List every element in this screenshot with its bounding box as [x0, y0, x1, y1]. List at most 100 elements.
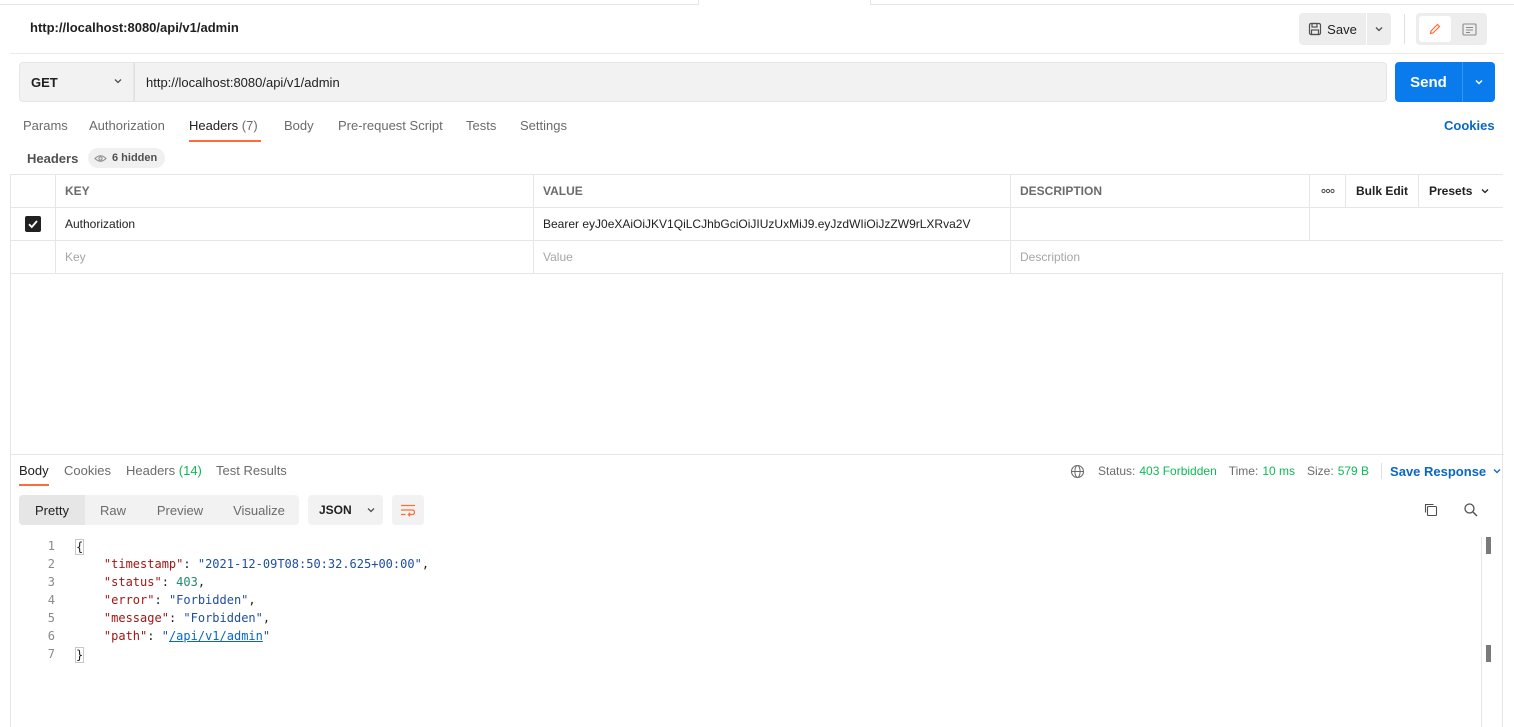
line-number: 4: [47, 593, 55, 607]
json-value: "Forbidden": [183, 611, 263, 625]
line-number: 1: [47, 539, 55, 553]
cookies-link[interactable]: Cookies: [1444, 118, 1495, 133]
tab-label: Tests: [466, 118, 497, 133]
presets-dropdown[interactable]: Presets: [1419, 175, 1503, 207]
format-select[interactable]: JSON: [308, 495, 383, 525]
tab-params[interactable]: Params: [23, 118, 68, 142]
tab-headers[interactable]: Headers (7): [189, 118, 258, 142]
line-number: 2: [47, 557, 55, 571]
more-horizontal-icon: [1320, 188, 1335, 194]
status-value: 403 Forbidden: [1139, 464, 1217, 478]
json-key: "message": [103, 611, 169, 625]
header-key-cell[interactable]: Authorization: [56, 208, 534, 240]
scrollbar-thumb[interactable]: [1486, 537, 1491, 554]
save-response-button[interactable]: Save Response: [1390, 464, 1502, 479]
divider: [1381, 463, 1383, 479]
response-size[interactable]: Size: 579 B: [1307, 464, 1369, 478]
row-actions-cell: [1310, 208, 1503, 240]
tab-settings[interactable]: Settings: [520, 118, 567, 142]
table-row: Key Value Description: [11, 241, 1503, 274]
chevron-down-icon: [1375, 27, 1383, 32]
line-number: 6: [47, 629, 55, 643]
new-key-input[interactable]: Key: [56, 241, 534, 273]
code-line: }: [75, 647, 85, 663]
new-value-input[interactable]: Value: [534, 241, 1011, 273]
wrap-icon: [401, 504, 416, 517]
header-enabled-checkbox[interactable]: [11, 208, 56, 240]
json-value: "2021-12-09T08:50:32.625+00:00": [197, 557, 422, 571]
header-value-cell[interactable]: Bearer eyJ0eXAiOiJKV1QiLCJhbGciOiJIUzUxM…: [534, 208, 1011, 240]
table-header-row: KEY VALUE DESCRIPTION Bulk Edit Presets: [11, 174, 1503, 208]
json-link-value[interactable]: /api/v1/admin: [169, 629, 263, 643]
tab-label: Test Results: [216, 463, 287, 478]
tab-label: Params: [23, 118, 68, 133]
send-options-button[interactable]: [1462, 62, 1495, 102]
status[interactable]: Status: 403 Forbidden: [1098, 464, 1217, 478]
send-button[interactable]: Send: [1395, 62, 1462, 102]
json-brace: }: [75, 647, 85, 663]
pane-resize-handle[interactable]: [10, 454, 1504, 455]
json-key: "timestamp": [103, 557, 184, 571]
tab-authorization[interactable]: Authorization: [89, 118, 165, 142]
tab-tests[interactable]: Tests: [466, 118, 496, 142]
divider: [10, 53, 1504, 54]
chevron-down-icon: [114, 79, 122, 84]
empty-check-cell: [11, 241, 56, 273]
format-label: JSON: [319, 503, 352, 517]
view-raw[interactable]: Raw: [85, 495, 141, 525]
checkbox[interactable]: [25, 216, 41, 232]
editor-scrollbar-track: [1481, 537, 1482, 727]
json-value: 403: [176, 575, 198, 589]
tab-pre-request-script[interactable]: Pre-request Script: [338, 118, 443, 142]
documentation-button[interactable]: [1453, 16, 1485, 42]
edit-mode-button[interactable]: [1419, 16, 1451, 42]
tab-label: Headers: [126, 463, 176, 478]
header-description-cell[interactable]: [1011, 208, 1310, 240]
response-tab-headers[interactable]: Headers (14): [126, 463, 202, 478]
tab-label: Settings: [520, 118, 567, 133]
response-tab-test-results[interactable]: Test Results: [216, 463, 287, 478]
copy-icon[interactable]: [1423, 502, 1439, 518]
line-number: 3: [47, 575, 55, 589]
code-line: "message": "Forbidden",: [103, 611, 271, 625]
method-label: GET: [31, 74, 58, 90]
eye-icon: [94, 154, 107, 162]
tab-count: (14): [178, 463, 202, 478]
wrap-lines-button[interactable]: [392, 495, 424, 525]
column-description: DESCRIPTION: [1011, 175, 1310, 207]
status-label: Status:: [1098, 464, 1136, 478]
line-number: 7: [47, 647, 55, 661]
view-preview[interactable]: Preview: [141, 495, 219, 525]
response-tab-cookies[interactable]: Cookies: [64, 463, 111, 478]
save-icon: [1309, 22, 1322, 36]
url-input[interactable]: http://localhost:8080/api/v1/admin: [134, 62, 1387, 102]
view-visualize[interactable]: Visualize: [219, 495, 299, 525]
hidden-headers-toggle[interactable]: 6 hidden: [88, 148, 166, 168]
chevron-down-icon: [1493, 469, 1501, 474]
globe-icon[interactable]: [1070, 464, 1085, 479]
presets-label: Presets: [1429, 184, 1473, 198]
more-options-button[interactable]: [1310, 175, 1346, 207]
search-icon[interactable]: [1463, 502, 1479, 518]
save-options-button[interactable]: [1367, 13, 1391, 45]
view-mode-group: Pretty Raw Preview Visualize: [19, 495, 299, 525]
pencil-icon: [1429, 23, 1441, 35]
tab-body[interactable]: Body: [284, 118, 314, 142]
save-button[interactable]: Save: [1299, 13, 1366, 45]
request-title[interactable]: http://localhost:8080/api/v1/admin: [30, 20, 239, 35]
chevron-down-icon: [1481, 189, 1489, 194]
view-pretty[interactable]: Pretty: [19, 495, 85, 525]
time-value: 10 ms: [1262, 464, 1295, 478]
active-tab-indicator[interactable]: [698, 0, 871, 5]
response-tab-body[interactable]: Body: [19, 463, 49, 478]
response-time[interactable]: Time: 10 ms: [1229, 464, 1295, 478]
comment-icon: [1461, 22, 1477, 36]
tab-label: Headers: [189, 118, 239, 133]
json-value: "Forbidden": [168, 593, 249, 607]
new-description-input[interactable]: Description: [1011, 241, 1503, 273]
scrollbar-thumb[interactable]: [1486, 645, 1491, 662]
active-tab-underline: [189, 140, 261, 142]
chevron-down-icon: [367, 508, 375, 513]
bulk-edit-button[interactable]: Bulk Edit: [1346, 175, 1419, 207]
size-label: Size:: [1307, 464, 1334, 478]
